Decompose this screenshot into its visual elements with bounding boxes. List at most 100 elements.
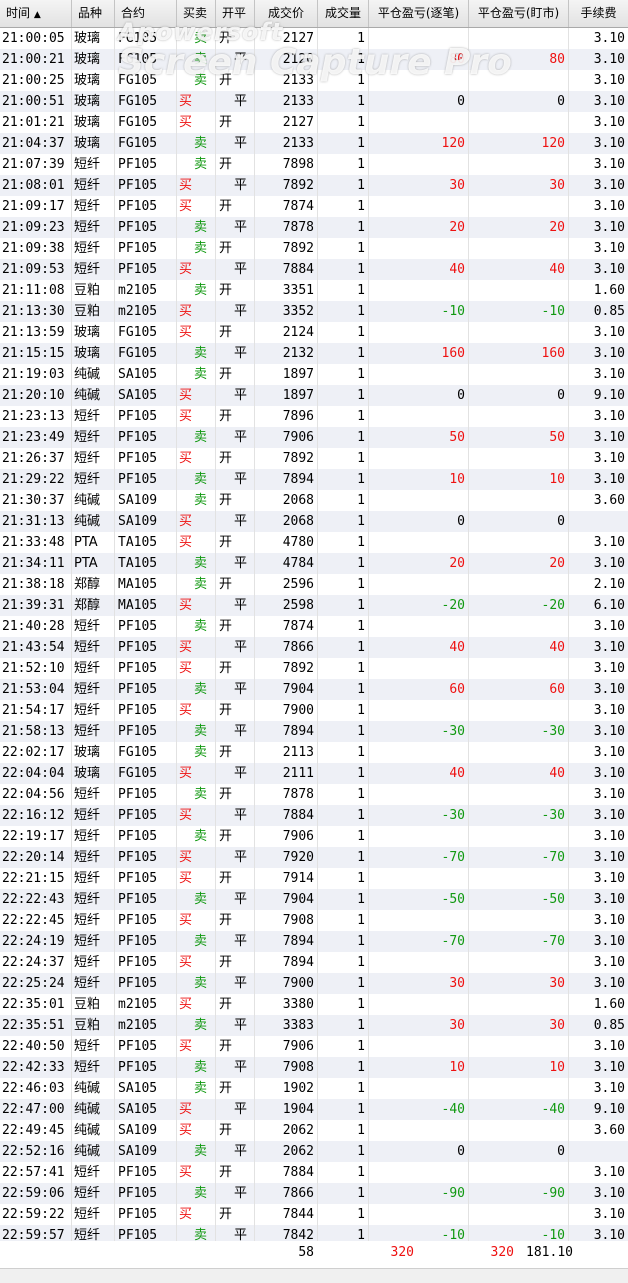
cell-pl1 (369, 994, 469, 1015)
table-row[interactable]: 21:13:59 玻璃 FG105 买开 2124 1 3.10 (0, 322, 628, 343)
cell-pl1 (369, 70, 469, 91)
table-row[interactable]: 22:40:50 短纤 PF105 买开 7906 1 3.10 (0, 1036, 628, 1057)
table-row[interactable]: 21:58:13 短纤 PF105 卖平 7894 1 -30 -30 3.10 (0, 721, 628, 742)
cell-fee: 3.10 (593, 325, 625, 340)
cell-name: 短纤 (72, 784, 115, 805)
cell-qty: 1 (318, 1099, 369, 1120)
cell-pl1 (369, 448, 469, 469)
table-row[interactable]: 22:35:01 豆粕 m2105 买开 3380 1 1.60 (0, 994, 628, 1015)
table-row[interactable]: 22:19:17 短纤 PF105 卖开 7906 1 3.10 (0, 826, 628, 847)
table-row[interactable]: 22:35:51 豆粕 m2105 卖平 3383 1 30 30 0.85 (0, 1015, 628, 1036)
header-price[interactable]: 成交价 (255, 0, 318, 27)
cell-name: 短纤 (72, 700, 115, 721)
table-row[interactable]: 22:24:19 短纤 PF105 卖平 7894 1 -70 -70 3.10 (0, 931, 628, 952)
cell-qty: 1 (318, 322, 369, 343)
table-row[interactable]: 21:39:31 郑醇 MA105 买平 2598 1 -20 -20 6.10 (0, 595, 628, 616)
cell-price: 7920 (255, 847, 318, 868)
table-row[interactable]: 22:52:16 纯碱 SA109 卖平 2062 1 0 0 (0, 1141, 628, 1162)
cell-bs: 卖 (177, 679, 216, 700)
table-row[interactable]: 21:19:03 纯碱 SA105 卖开 1897 1 3.10 (0, 364, 628, 385)
cell-name: 玻璃 (72, 133, 115, 154)
cell-pl1 (369, 532, 469, 553)
table-row[interactable]: 21:26:37 短纤 PF105 买开 7892 1 3.10 (0, 448, 628, 469)
cell-qty: 1 (318, 280, 369, 301)
table-row[interactable]: 21:09:53 短纤 PF105 买平 7884 1 40 40 3.10 (0, 259, 628, 280)
header-pl-close[interactable]: 平仓盈亏(逐笔) (369, 0, 469, 27)
table-row[interactable]: 21:01:21 玻璃 FG105 买开 2127 1 3.10 (0, 112, 628, 133)
header-time[interactable]: 时间 ▲ (0, 0, 72, 27)
header-buysell[interactable]: 买卖 (177, 0, 216, 27)
table-row[interactable]: 21:20:10 纯碱 SA105 买平 1897 1 0 0 9.10 (0, 385, 628, 406)
table-row[interactable]: 22:22:43 短纤 PF105 卖平 7904 1 -50 -50 3.10 (0, 889, 628, 910)
cell-time: 22:19:17 (0, 826, 72, 847)
table-row[interactable]: 22:04:56 短纤 PF105 卖开 7878 1 3.10 (0, 784, 628, 805)
cell-oc: 平 (216, 1057, 255, 1078)
table-row[interactable]: 21:30:37 纯碱 SA109 卖开 2068 1 3.60 (0, 490, 628, 511)
table-row[interactable]: 21:53:04 短纤 PF105 卖平 7904 1 60 60 3.10 (0, 679, 628, 700)
table-row[interactable]: 21:09:38 短纤 PF105 卖开 7892 1 3.10 (0, 238, 628, 259)
table-row[interactable]: 22:02:17 玻璃 FG105 卖开 2113 1 3.10 (0, 742, 628, 763)
table-row[interactable]: 21:52:10 短纤 PF105 买开 7892 1 3.10 (0, 658, 628, 679)
table-row[interactable]: 22:57:41 短纤 PF105 买开 7884 1 3.10 (0, 1162, 628, 1183)
table-row[interactable]: 22:22:45 短纤 PF105 买开 7908 1 3.10 (0, 910, 628, 931)
table-row[interactable]: 21:08:01 短纤 PF105 买平 7892 1 30 30 3.10 (0, 175, 628, 196)
table-row[interactable]: 22:25:24 短纤 PF105 卖平 7900 1 30 30 3.10 (0, 973, 628, 994)
cell-code: m2105 (115, 280, 177, 301)
cell-qty: 1 (318, 469, 369, 490)
horizontal-scrollbar[interactable] (0, 1268, 628, 1283)
table-row[interactable]: 21:34:11 PTA TA105 卖平 4784 1 20 20 3.10 (0, 553, 628, 574)
table-row[interactable]: 22:59:22 短纤 PF105 买开 7844 1 3.10 (0, 1204, 628, 1225)
cell-qty: 1 (318, 1204, 369, 1225)
table-row[interactable]: 21:07:39 短纤 PF105 卖开 7898 1 3.10 (0, 154, 628, 175)
header-pl-mark[interactable]: 平仓盈亏(盯市) (469, 0, 569, 27)
table-row[interactable]: 21:09:23 短纤 PF105 卖平 7878 1 20 20 3.10 (0, 217, 628, 238)
cell-fee: 3.10 (593, 220, 625, 235)
header-fee[interactable]: 手续费 (569, 0, 628, 27)
table-row[interactable]: 21:00:05 玻璃 FG105 卖开 2127 1 3.10 (0, 28, 628, 49)
table-row[interactable]: 22:21:15 短纤 PF105 买开 7914 1 3.10 (0, 868, 628, 889)
table-row[interactable]: 21:00:51 玻璃 FG105 买平 2133 1 0 0 3.10 (0, 91, 628, 112)
table-row[interactable]: 21:13:30 豆粕 m2105 买平 3352 1 -10 -10 0.85 (0, 301, 628, 322)
table-row[interactable]: 21:23:13 短纤 PF105 买开 7896 1 3.10 (0, 406, 628, 427)
table-row[interactable]: 21:54:17 短纤 PF105 买开 7900 1 3.10 (0, 700, 628, 721)
table-row[interactable]: 21:23:49 短纤 PF105 卖平 7906 1 50 50 3.10 (0, 427, 628, 448)
table-row[interactable]: 21:31:13 纯碱 SA109 买平 2068 1 0 0 (0, 511, 628, 532)
table-row[interactable]: 21:38:18 郑醇 MA105 卖开 2596 1 2.10 (0, 574, 628, 595)
table-row[interactable]: 21:00:21 玻璃 FG105 卖平 2120 1 80 80 3.10 (0, 49, 628, 70)
cell-pl1 (369, 826, 469, 847)
table-row[interactable]: 21:43:54 短纤 PF105 买平 7866 1 40 40 3.10 (0, 637, 628, 658)
table-row[interactable]: 21:29:22 短纤 PF105 卖平 7894 1 10 10 3.10 (0, 469, 628, 490)
table-row[interactable]: 21:04:37 玻璃 FG105 卖平 2133 1 120 120 3.10 (0, 133, 628, 154)
table-row[interactable]: 22:24:37 短纤 PF105 买开 7894 1 3.10 (0, 952, 628, 973)
cell-oc: 平 (216, 1099, 255, 1120)
table-row[interactable]: 22:46:03 纯碱 SA105 卖开 1902 1 3.10 (0, 1078, 628, 1099)
table-row[interactable]: 22:16:12 短纤 PF105 买平 7884 1 -30 -30 3.10 (0, 805, 628, 826)
total-pl-mark: 320 (490, 1245, 514, 1260)
header-qty[interactable]: 成交量 (318, 0, 369, 27)
table-row[interactable]: 22:49:45 纯碱 SA109 买开 2062 1 3.60 (0, 1120, 628, 1141)
cell-qty: 1 (318, 511, 369, 532)
cell-price: 7894 (255, 721, 318, 742)
table-row[interactable]: 21:11:08 豆粕 m2105 卖开 3351 1 1.60 (0, 280, 628, 301)
header-openclose[interactable]: 开平 (216, 0, 255, 27)
table-row[interactable]: 22:59:06 短纤 PF105 卖平 7866 1 -90 -90 3.10 (0, 1183, 628, 1204)
cell-pl2 (469, 910, 569, 931)
table-row[interactable]: 21:15:15 玻璃 FG105 卖平 2132 1 160 160 3.10 (0, 343, 628, 364)
cell-fee: 3.10 (593, 892, 625, 907)
table-row[interactable]: 21:33:48 PTA TA105 买开 4780 1 3.10 (0, 532, 628, 553)
table-row[interactable]: 22:20:14 短纤 PF105 买平 7920 1 -70 -70 3.10 (0, 847, 628, 868)
cell-oc: 平 (216, 469, 255, 490)
table-row[interactable]: 22:42:33 短纤 PF105 卖平 7908 1 10 10 3.10 (0, 1057, 628, 1078)
table-row[interactable]: 21:09:17 短纤 PF105 买开 7874 1 3.10 (0, 196, 628, 217)
table-row[interactable]: 22:47:00 纯碱 SA105 买平 1904 1 -40 -40 9.10 (0, 1099, 628, 1120)
cell-qty: 1 (318, 973, 369, 994)
cell-time: 21:00:21 (0, 49, 72, 70)
header-code[interactable]: 合约 (115, 0, 177, 27)
header-name[interactable]: 品种 (72, 0, 115, 27)
cell-pl1: -10 (369, 301, 469, 322)
cell-pl1: 50 (369, 427, 469, 448)
cell-qty: 1 (318, 343, 369, 364)
table-row[interactable]: 21:40:28 短纤 PF105 卖开 7874 1 3.10 (0, 616, 628, 637)
table-row[interactable]: 22:04:04 玻璃 FG105 买平 2111 1 40 40 3.10 (0, 763, 628, 784)
table-row[interactable]: 21:00:25 玻璃 FG105 卖开 2133 1 3.10 (0, 70, 628, 91)
